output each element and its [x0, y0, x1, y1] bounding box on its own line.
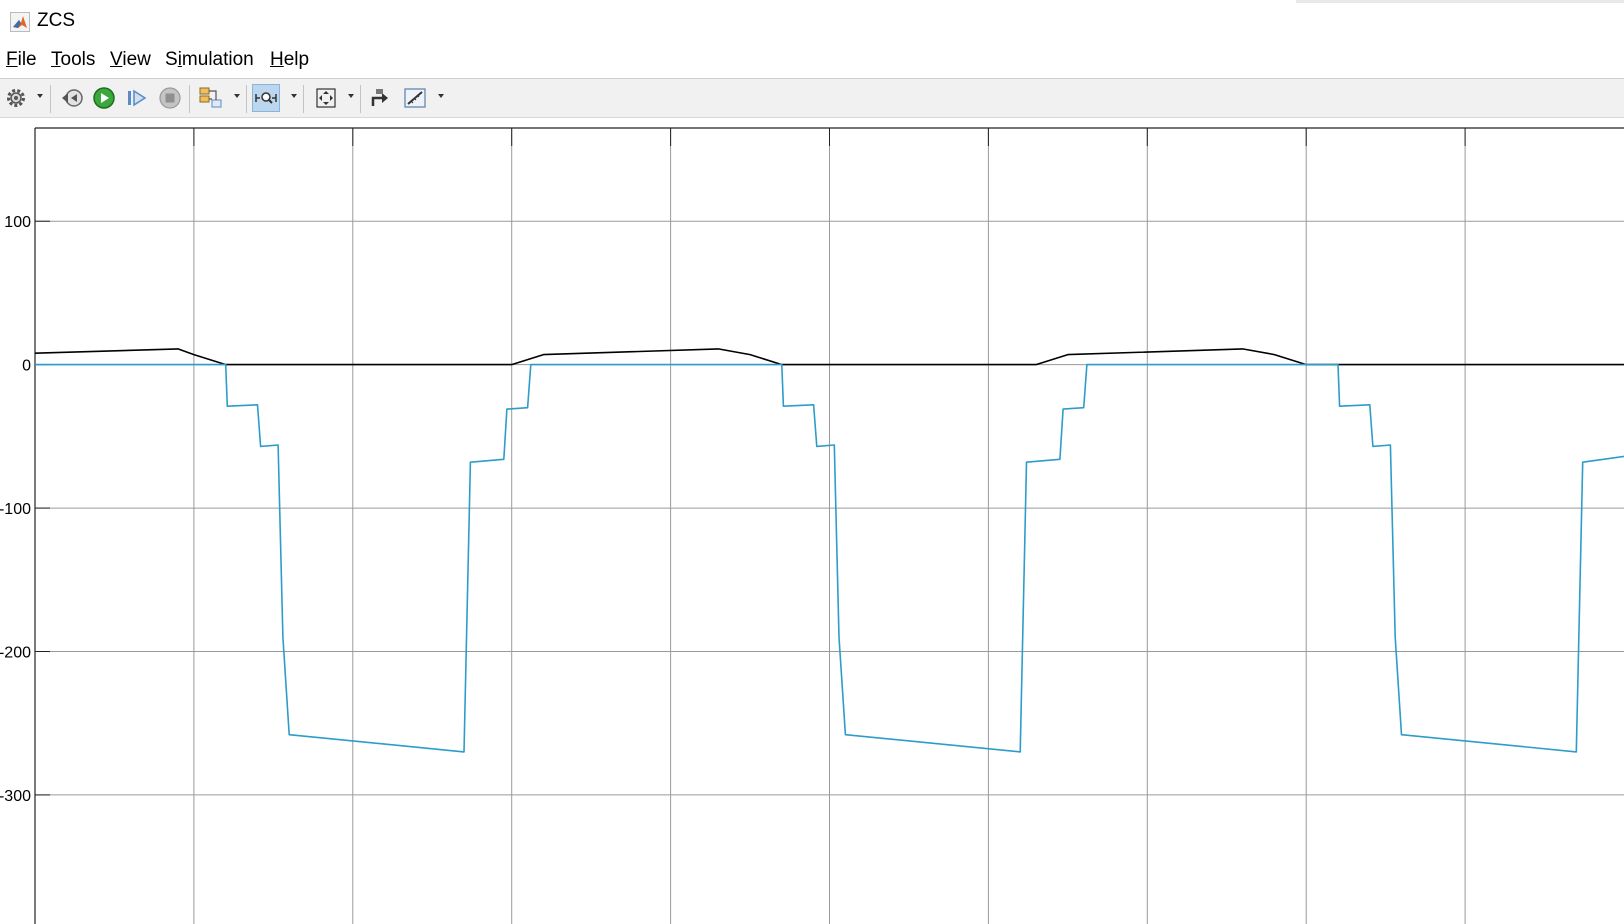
run-button[interactable] — [90, 84, 118, 112]
signal-selector-dropdown-arrow[interactable] — [234, 94, 240, 98]
toolbar — [0, 78, 1624, 118]
title-bar-edge — [1296, 0, 1624, 3]
menu-tools[interactable]: Tools — [51, 49, 95, 71]
toolbar-separator — [303, 85, 304, 113]
scope-display[interactable]: 100 0 -100 -200 -300 — [0, 118, 1624, 924]
toolbar-separator — [246, 85, 247, 113]
measurement-tool-icon — [404, 88, 426, 108]
gear-icon — [7, 89, 25, 107]
menu-bar: File Tools View Simulation Help — [0, 45, 1624, 77]
zoom-icon — [255, 92, 277, 104]
stop-button[interactable] — [156, 84, 184, 112]
toolbar-separator — [50, 85, 51, 113]
highlight-model-icon — [371, 89, 388, 106]
stop-icon — [159, 87, 181, 109]
toolbar-separator — [189, 85, 190, 113]
step-back-button[interactable] — [58, 84, 86, 112]
y-tick-label: -300 — [0, 788, 31, 805]
fit-to-view-button[interactable] — [312, 84, 340, 112]
window-title: ZCS — [37, 10, 75, 31]
highlight-model-button[interactable] — [366, 84, 394, 112]
scope-axes[interactable]: 100 0 -100 -200 -300 — [0, 118, 1624, 924]
menu-file[interactable]: File — [6, 49, 37, 71]
y-tick-label: 0 — [22, 358, 31, 375]
toolbar-separator — [360, 85, 361, 113]
y-tick-label: -100 — [0, 501, 31, 518]
menu-view[interactable]: View — [110, 49, 151, 71]
matlab-logo-icon — [10, 12, 30, 32]
signal-selector-button[interactable] — [197, 84, 225, 112]
step-back-icon — [62, 89, 83, 107]
y-tick-label: -200 — [0, 644, 31, 661]
run-icon — [93, 87, 115, 109]
settings-button[interactable] — [2, 84, 30, 112]
menu-help[interactable]: Help — [270, 49, 309, 71]
menu-simulation[interactable]: Simulation — [165, 49, 254, 71]
y-tick-label: 100 — [4, 214, 31, 231]
measurement-tool-button[interactable] — [402, 84, 430, 112]
measurement-dropdown-arrow[interactable] — [438, 94, 444, 98]
step-forward-button[interactable] — [123, 84, 151, 112]
zoom-dropdown-arrow[interactable] — [291, 94, 297, 98]
signal-selector-icon — [199, 87, 222, 108]
step-forward-icon — [128, 89, 147, 107]
settings-dropdown-arrow[interactable] — [37, 94, 43, 98]
fit-to-view-icon — [316, 88, 336, 108]
zoom-button[interactable] — [252, 84, 280, 112]
fit-to-view-dropdown-arrow[interactable] — [348, 94, 354, 98]
title-bar: ZCS — [0, 0, 1624, 42]
